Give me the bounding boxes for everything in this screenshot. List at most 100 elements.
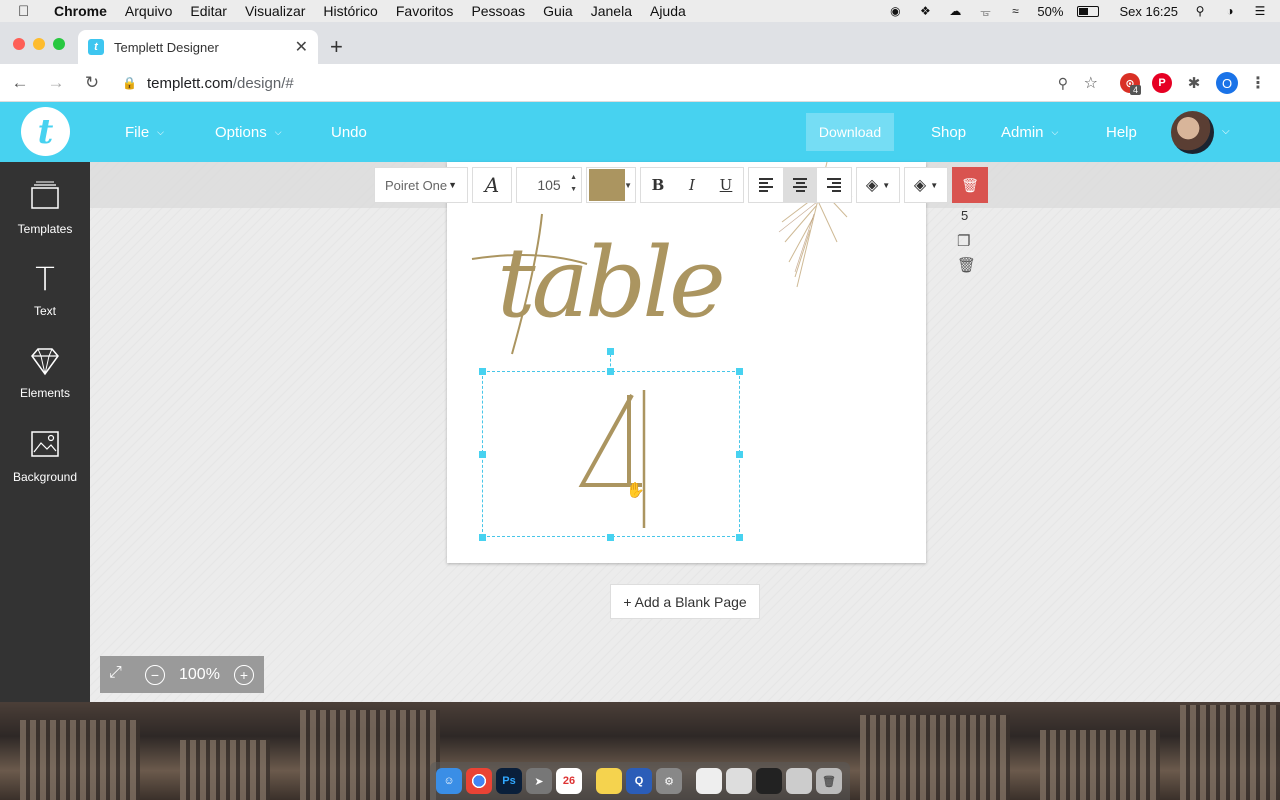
size-stepper-icon[interactable]: ▲ ▼ bbox=[570, 172, 577, 196]
finder-icon[interactable]: ☺ bbox=[436, 768, 462, 794]
battery-icon[interactable] bbox=[1077, 5, 1100, 17]
reload-icon[interactable]: ↻ bbox=[76, 73, 108, 93]
italic-button[interactable]: I bbox=[675, 168, 709, 202]
notification-center-icon[interactable]: ☰ bbox=[1252, 4, 1268, 18]
align-left-icon bbox=[759, 178, 773, 192]
templett-logo[interactable]: t bbox=[21, 107, 70, 156]
resize-handle-ne[interactable] bbox=[736, 368, 743, 375]
download-button[interactable]: Download bbox=[806, 113, 894, 151]
screen-record-icon[interactable]: ◉ bbox=[887, 4, 903, 18]
menu-arquivo[interactable]: Arquivo bbox=[125, 3, 172, 19]
photoshop-icon[interactable]: Ps bbox=[496, 768, 522, 794]
menu-ajuda[interactable]: Ajuda bbox=[650, 3, 686, 19]
sidebar-item-elements[interactable]: Elements bbox=[0, 344, 90, 428]
font-family-select[interactable]: Poiret One ▼ bbox=[374, 167, 468, 203]
delete-element-button[interactable]: 🗑 bbox=[952, 167, 988, 203]
font-style-button[interactable]: A bbox=[472, 167, 512, 203]
window-thumbnail-icon[interactable] bbox=[786, 768, 812, 794]
resize-handle-w[interactable] bbox=[479, 451, 486, 458]
apple-menu-icon[interactable]:  bbox=[18, 3, 38, 20]
menu-janela[interactable]: Janela bbox=[591, 3, 632, 19]
cloud-icon[interactable]: ☁ bbox=[947, 4, 963, 18]
resize-handle-nw[interactable] bbox=[479, 368, 486, 375]
bluetooth-icon[interactable]: ᚗ bbox=[977, 4, 993, 18]
menu-historico[interactable]: Histórico bbox=[323, 3, 377, 19]
dropbox-icon[interactable]: ❖ bbox=[917, 4, 933, 18]
extensions-puzzle-icon[interactable]: ✱ bbox=[1184, 73, 1204, 93]
profile-avatar[interactable]: O bbox=[1216, 72, 1238, 94]
menu-app[interactable]: Chrome bbox=[54, 3, 107, 19]
font-family-value: Poiret One bbox=[385, 177, 448, 193]
menu-guia[interactable]: Guia bbox=[543, 3, 573, 19]
font-size-input[interactable]: 105 ▲ ▼ bbox=[516, 167, 582, 203]
window-thumbnail-icon[interactable] bbox=[726, 768, 752, 794]
sidebar-item-text[interactable]: T Text bbox=[0, 262, 90, 346]
underline-button[interactable]: U bbox=[709, 168, 743, 202]
address-bar[interactable]: 🔒 templett.com/design/# ⚲ ☆ bbox=[108, 69, 1108, 97]
back-arrow-icon[interactable]: ← bbox=[4, 73, 36, 93]
wifi-icon[interactable]: ≈ bbox=[1007, 4, 1023, 18]
copy-page-icon[interactable]: ❐ bbox=[957, 232, 970, 250]
window-thumbnail-icon[interactable] bbox=[696, 768, 722, 794]
layer-up-button[interactable]: ◈ ▼ bbox=[856, 167, 900, 203]
align-left-button[interactable] bbox=[749, 168, 783, 202]
chevron-down-icon[interactable]: ⌵ bbox=[1222, 126, 1230, 137]
align-center-button[interactable] bbox=[783, 168, 817, 202]
align-right-button[interactable] bbox=[817, 168, 851, 202]
password-key-icon[interactable]: ⚲ bbox=[1058, 75, 1068, 92]
menu-favoritos[interactable]: Favoritos bbox=[396, 3, 454, 19]
tab-close-icon[interactable]: ✕ bbox=[295, 37, 308, 57]
nav-admin[interactable]: Admin ⌵ bbox=[1001, 102, 1058, 162]
launchpad-icon[interactable]: ➤ bbox=[526, 768, 552, 794]
window-zoom-button[interactable] bbox=[53, 38, 65, 50]
calendar-icon[interactable]: 26 bbox=[556, 768, 582, 794]
menu-visualizar[interactable]: Visualizar bbox=[245, 3, 305, 19]
menu-pessoas[interactable]: Pessoas bbox=[471, 3, 525, 19]
bold-button[interactable]: B bbox=[641, 168, 675, 202]
rotate-handle[interactable] bbox=[607, 348, 614, 355]
trash-icon[interactable]: 🗑 bbox=[816, 768, 842, 794]
nav-help[interactable]: Help bbox=[1106, 102, 1137, 162]
sidebar-item-templates[interactable]: Templates bbox=[0, 180, 90, 264]
resize-handle-sw[interactable] bbox=[479, 534, 486, 541]
script-text-table[interactable]: table bbox=[467, 204, 757, 364]
spotlight-search-icon[interactable]: ⚲ bbox=[1192, 4, 1208, 18]
window-minimize-button[interactable] bbox=[33, 38, 45, 50]
mac-dock: ☺ Ps ➤ 26 Q ⚙ 🗑 bbox=[430, 762, 850, 800]
zoom-control: ⤢ − 100% + bbox=[100, 656, 264, 693]
nav-shop[interactable]: Shop bbox=[931, 102, 966, 162]
resize-handle-n[interactable] bbox=[607, 368, 614, 375]
chrome-icon[interactable] bbox=[466, 768, 492, 794]
nav-options[interactable]: Options ⌵ bbox=[215, 102, 282, 162]
fullscreen-icon[interactable]: ⤢ bbox=[109, 664, 131, 686]
pinterest-icon[interactable]: P bbox=[1152, 73, 1172, 93]
siri-icon[interactable]: ◑ bbox=[1222, 4, 1238, 18]
nav-file[interactable]: File ⌵ bbox=[125, 102, 164, 162]
nav-undo[interactable]: Undo bbox=[331, 102, 367, 162]
window-close-button[interactable] bbox=[13, 38, 25, 50]
lock-icon[interactable]: 🔒 bbox=[122, 76, 137, 90]
new-tab-button[interactable]: + bbox=[330, 36, 343, 58]
resize-handle-e[interactable] bbox=[736, 451, 743, 458]
resize-handle-s[interactable] bbox=[607, 534, 614, 541]
layer-down-button[interactable]: ◈ ▼ bbox=[904, 167, 948, 203]
add-blank-page-button[interactable]: + Add a Blank Page bbox=[610, 584, 760, 619]
delete-page-icon[interactable]: 🗑 bbox=[957, 256, 976, 274]
resize-handle-se[interactable] bbox=[736, 534, 743, 541]
bookmark-star-icon[interactable]: ☆ bbox=[1084, 73, 1098, 93]
browser-tab-templett[interactable]: t Templett Designer ✕ bbox=[78, 30, 318, 64]
forward-arrow-icon[interactable]: → bbox=[40, 73, 72, 93]
user-avatar[interactable] bbox=[1171, 111, 1214, 154]
zoom-in-icon[interactable]: + bbox=[233, 664, 254, 685]
browser-menu-icon[interactable]: ⋮ bbox=[1248, 73, 1268, 93]
sidebar-item-background[interactable]: Background bbox=[0, 428, 90, 512]
text-color-picker[interactable]: ▼ bbox=[586, 167, 636, 203]
system-preferences-icon[interactable]: ⚙ bbox=[656, 768, 682, 794]
menubar-clock[interactable]: Sex 16:25 bbox=[1119, 4, 1178, 19]
zoom-out-icon[interactable]: − bbox=[145, 664, 165, 685]
notes-icon[interactable] bbox=[596, 768, 622, 794]
menu-editar[interactable]: Editar bbox=[190, 3, 227, 19]
quicktime-icon[interactable]: Q bbox=[626, 768, 652, 794]
sidebar-item-label: Text bbox=[33, 304, 56, 318]
window-thumbnail-icon[interactable] bbox=[756, 768, 782, 794]
